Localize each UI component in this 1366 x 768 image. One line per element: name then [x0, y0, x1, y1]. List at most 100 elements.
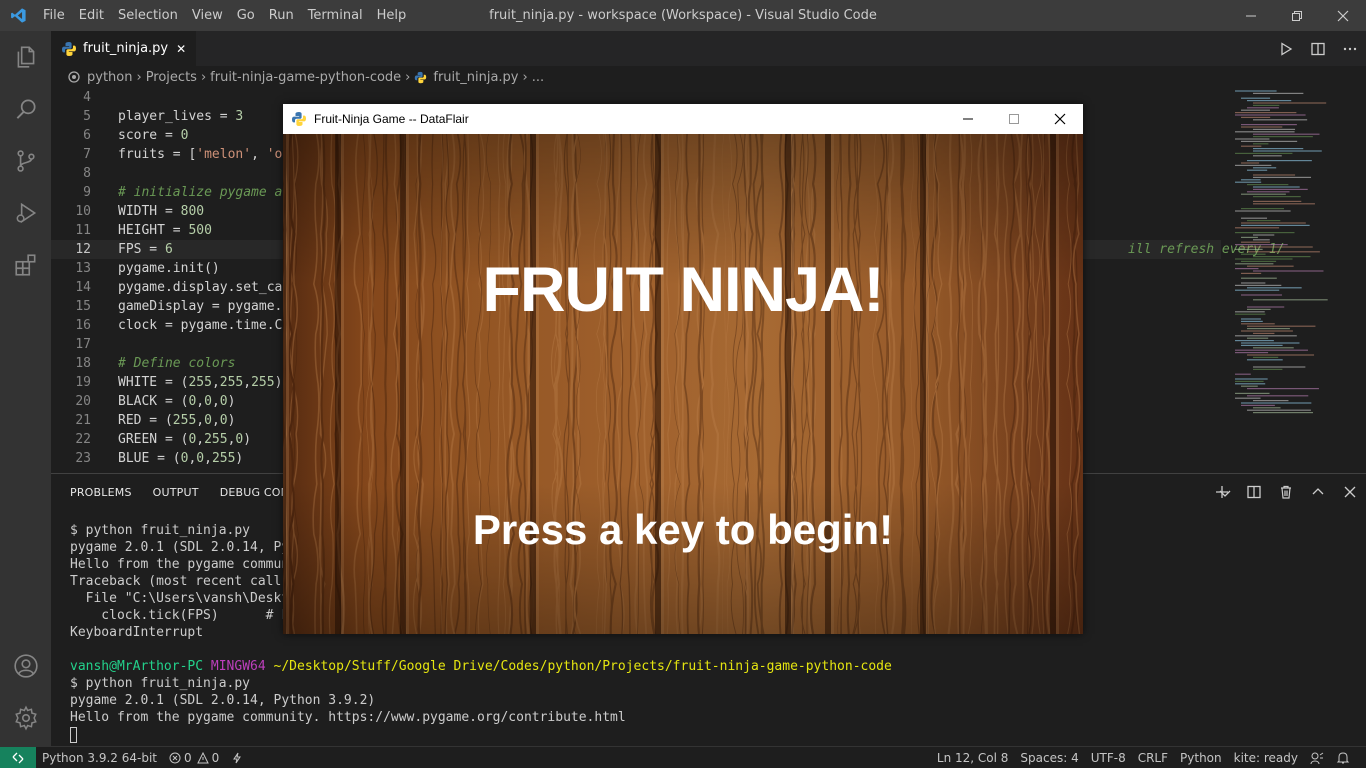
menu-view[interactable]: View — [185, 0, 230, 31]
maximize-panel-button[interactable] — [1302, 474, 1334, 510]
panel-tab-output[interactable]: OUTPUT — [153, 486, 199, 499]
source-control-button[interactable] — [0, 135, 51, 187]
menu-bar: File Edit Selection View Go Run Terminal… — [36, 0, 413, 31]
minimap[interactable] — [1232, 88, 1352, 418]
accounts-button[interactable] — [0, 640, 51, 692]
vscode-logo-icon — [0, 0, 36, 31]
terminal-cursor-line — [70, 726, 892, 743]
menu-run[interactable]: Run — [262, 0, 301, 31]
minimize-icon — [963, 118, 973, 120]
restore-button[interactable] — [1274, 0, 1320, 31]
run-debug-button[interactable] — [0, 187, 51, 239]
extensions-icon — [14, 254, 35, 276]
line-number: 19 — [75, 375, 91, 390]
split-terminal-button[interactable] — [1238, 474, 1270, 510]
line-number: 5 — [83, 109, 91, 124]
breadcrumb-projects[interactable]: Projects — [146, 70, 197, 85]
line-number: 13 — [75, 261, 91, 276]
code-text: WIDTH = 800 — [118, 204, 205, 219]
problems-button[interactable]: 0 0 — [163, 751, 225, 765]
kill-terminal-button[interactable] — [1270, 474, 1302, 510]
line-number: 20 — [75, 394, 91, 409]
menu-help[interactable]: Help — [370, 0, 414, 31]
code-text: # initialize pygame a — [118, 185, 283, 200]
terminal-cursor — [70, 726, 77, 743]
game-heading: FRUIT NINJA! — [482, 255, 885, 325]
code-text: HEIGHT = 500 — [118, 223, 212, 238]
encoding[interactable]: UTF-8 — [1085, 751, 1132, 765]
manage-button[interactable] — [0, 692, 51, 744]
code-text: fruits = ['melon', 'or — [118, 147, 291, 162]
terminal-line: $ python fruit_ninja.py — [70, 676, 251, 691]
game-minimize-button[interactable] — [945, 104, 991, 134]
line-ending[interactable]: CRLF — [1132, 751, 1174, 765]
run-file-button[interactable] — [1270, 31, 1302, 66]
tab-close-icon[interactable]: ✕ — [176, 42, 186, 56]
code-text: BLUE = (0,0,255) — [118, 451, 244, 466]
accounts-icon — [13, 654, 38, 678]
new-terminal-button[interactable] — [1206, 474, 1238, 510]
notifications-button[interactable] — [1330, 751, 1356, 765]
line-number: 17 — [75, 337, 91, 352]
language-mode[interactable]: Python — [1174, 751, 1228, 765]
menu-file[interactable]: File — [36, 0, 72, 31]
game-window[interactable]: Fruit-Ninja Game -- DataFlair FRUIT NINJ… — [283, 104, 1083, 634]
menu-terminal[interactable]: Terminal — [301, 0, 370, 31]
python-file-icon — [415, 71, 427, 83]
minimize-button[interactable] — [1228, 0, 1274, 31]
folder-target-icon — [68, 71, 80, 83]
line-number: 22 — [75, 432, 91, 447]
breadcrumb-python[interactable]: python — [87, 70, 132, 85]
code-text: pygame.display.set_cap — [118, 280, 291, 295]
close-panel-button[interactable] — [1334, 474, 1366, 510]
line-number: 8 — [83, 166, 91, 181]
game-close-button[interactable] — [1037, 104, 1083, 134]
explorer-icon — [17, 46, 34, 68]
warning-count: 0 — [211, 750, 220, 765]
menu-edit[interactable]: Edit — [72, 0, 111, 31]
close-window-button[interactable] — [1320, 0, 1366, 31]
breadcrumb-file[interactable]: fruit_ninja.py — [433, 70, 518, 85]
breadcrumb-repo[interactable]: fruit-ninja-game-python-code — [210, 70, 401, 85]
breadcrumb: python › Projects › fruit-ninja-game-pyt… — [51, 66, 1366, 88]
split-terminal-icon — [1247, 485, 1261, 499]
breadcrumb-separator: › — [200, 69, 207, 85]
python-file-icon — [62, 41, 76, 56]
menu-selection[interactable]: Selection — [111, 0, 185, 31]
breadcrumb-symbol[interactable]: ... — [532, 70, 544, 85]
search-button[interactable] — [0, 83, 51, 135]
menu-go[interactable]: Go — [230, 0, 262, 31]
more-actions-button[interactable] — [1334, 31, 1366, 66]
pygame-snake-icon — [292, 112, 306, 126]
game-window-title: Fruit-Ninja Game -- DataFlair — [314, 112, 469, 126]
explorer-button[interactable] — [0, 31, 51, 83]
line-number: 21 — [75, 413, 91, 428]
remote-indicator-button[interactable] — [0, 746, 36, 768]
line-number: 4 — [83, 90, 91, 105]
tab-fruit-ninja[interactable]: fruit_ninja.py ✕ — [51, 31, 197, 66]
code-text: FPS = 6 — [118, 242, 173, 257]
prompt-path: ~/Desktop/Stuff/Google Drive/Codes/pytho… — [273, 659, 892, 674]
line-number: 9 — [83, 185, 91, 200]
minimize-icon — [1246, 15, 1256, 16]
panel-tab-problems[interactable]: PROBLEMS — [70, 486, 132, 499]
trash-icon — [1281, 485, 1291, 499]
indentation[interactable]: Spaces: 4 — [1014, 751, 1084, 765]
cursor-position[interactable]: Ln 12, Col 8 — [931, 751, 1015, 765]
game-start-prompt: Press a key to begin! — [472, 506, 894, 553]
lightning-button[interactable] — [225, 752, 249, 764]
code-text: player_lives = 3 — [118, 109, 244, 124]
kite-status[interactable]: kite: ready — [1228, 751, 1304, 765]
feedback-button[interactable] — [1304, 751, 1330, 765]
python-interpreter-button[interactable]: Python 3.9.2 64-bit — [36, 751, 163, 765]
extensions-button[interactable] — [0, 239, 51, 291]
line-number: 6 — [83, 128, 91, 143]
game-canvas[interactable]: FRUIT NINJA! Press a key to begin! — [283, 134, 1083, 634]
terminal-line: Hello from the pygame community. https:/… — [70, 710, 626, 725]
line-number: 14 — [75, 280, 91, 295]
line-number: 12 — [75, 242, 91, 257]
split-editor-button[interactable] — [1302, 31, 1334, 66]
game-maximize-button[interactable] — [991, 104, 1037, 134]
